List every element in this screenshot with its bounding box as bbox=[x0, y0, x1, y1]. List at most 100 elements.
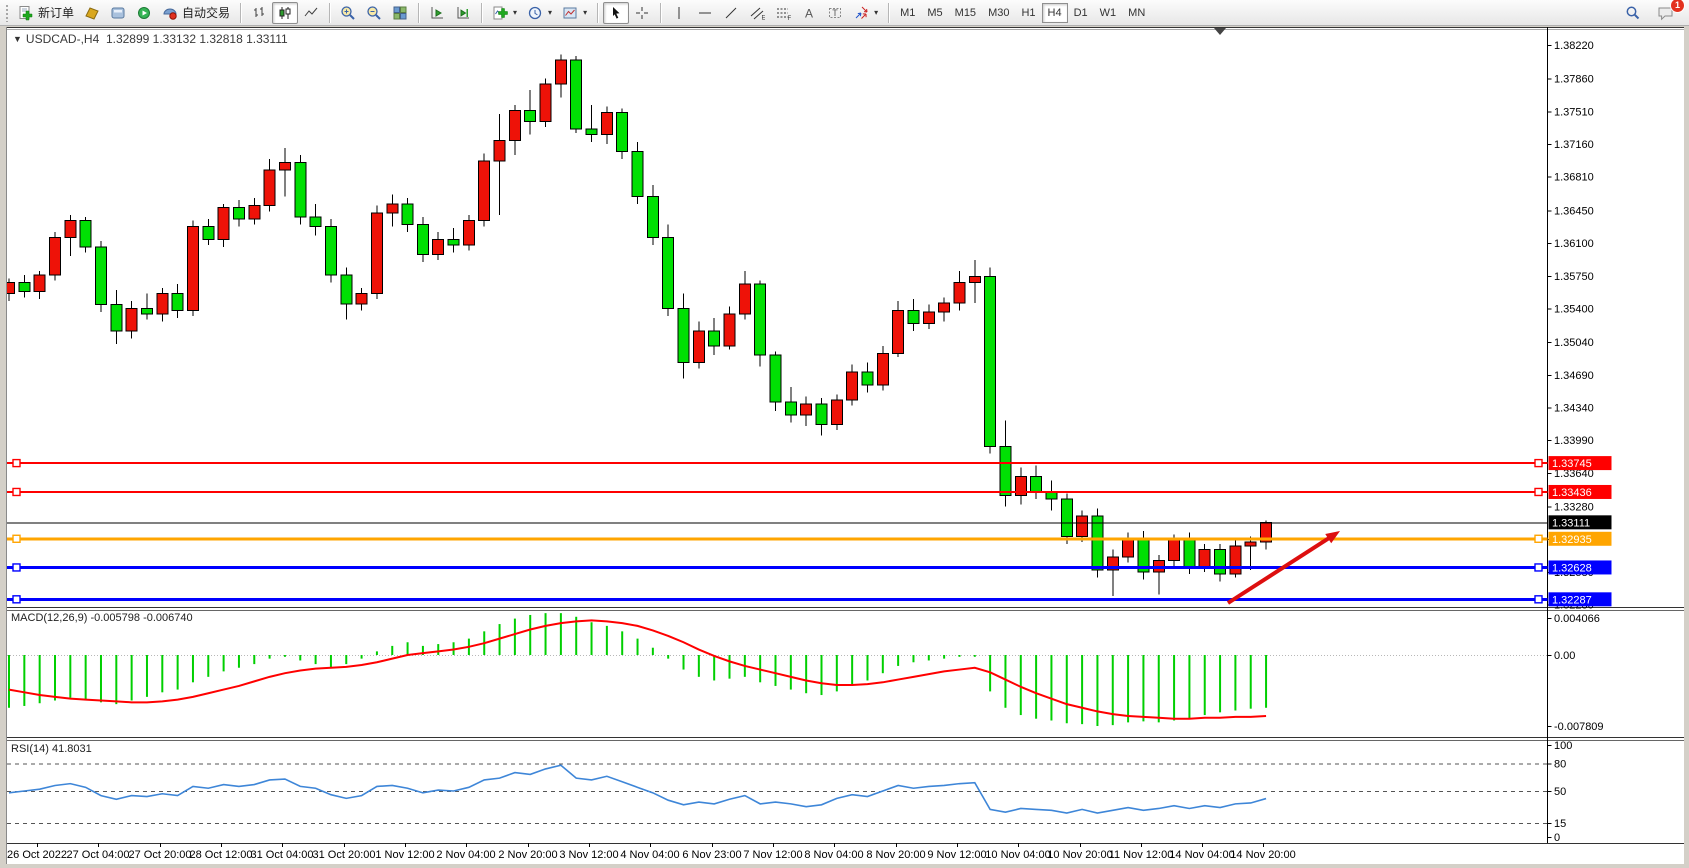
candle bbox=[1245, 542, 1256, 546]
candle bbox=[693, 331, 704, 363]
fibonacci-button[interactable]: F bbox=[770, 2, 796, 24]
time-axis-label: 27 Oct 04:00 bbox=[67, 849, 130, 861]
timeframe-h4-button[interactable]: H4 bbox=[1042, 3, 1068, 23]
chevron-down-icon: ▾ bbox=[548, 8, 552, 17]
auto-scroll-button[interactable] bbox=[424, 2, 450, 24]
timeframe-d1-button[interactable]: D1 bbox=[1068, 3, 1094, 23]
price-axis-label: 1.37860 bbox=[1554, 74, 1594, 86]
line-chart-icon bbox=[303, 5, 319, 21]
macd-axis-label: 0.004066 bbox=[1554, 613, 1600, 625]
trendline-button[interactable] bbox=[718, 2, 744, 24]
chart-shift-button[interactable] bbox=[450, 2, 476, 24]
timeframe-m1-button[interactable]: M1 bbox=[894, 3, 921, 23]
line-handle bbox=[13, 488, 20, 495]
candle bbox=[1184, 540, 1195, 566]
candle bbox=[1077, 516, 1088, 537]
timeframe-w1-button[interactable]: W1 bbox=[1094, 3, 1123, 23]
channel-button[interactable]: E bbox=[744, 2, 770, 24]
candle bbox=[801, 404, 812, 415]
timeframe-mn-button[interactable]: MN bbox=[1122, 3, 1151, 23]
time-axis-label: 3 Nov 12:00 bbox=[559, 849, 618, 861]
line-handle bbox=[13, 535, 20, 542]
time-axis-label: 10 Nov 20:00 bbox=[1047, 849, 1112, 861]
rsi-axis-label: 15 bbox=[1554, 818, 1566, 830]
candle bbox=[341, 275, 352, 304]
price-axis-label: 1.36810 bbox=[1554, 172, 1594, 184]
candle bbox=[433, 239, 444, 254]
auto-scroll-icon bbox=[429, 5, 445, 21]
horizontal-line-button[interactable] bbox=[692, 2, 718, 24]
candle bbox=[632, 152, 643, 197]
time-axis-label: 6 Nov 23:00 bbox=[682, 849, 741, 861]
search-button[interactable] bbox=[1620, 2, 1646, 24]
navigator-icon bbox=[110, 5, 126, 21]
chart-shift-icon bbox=[455, 5, 471, 21]
text-button[interactable]: A bbox=[796, 2, 822, 24]
collapse-triangle-icon[interactable]: ▼ bbox=[13, 34, 22, 44]
price-badge-label: 1.32628 bbox=[1552, 562, 1592, 574]
market-watch-button[interactable] bbox=[79, 2, 105, 24]
candle bbox=[724, 314, 735, 346]
auto-trading-button[interactable]: 自动交易 bbox=[157, 2, 235, 24]
toolbar-separator bbox=[418, 3, 419, 23]
svg-text:F: F bbox=[788, 16, 792, 21]
timeframe-m30-button[interactable]: M30 bbox=[982, 3, 1015, 23]
candle bbox=[310, 217, 321, 226]
zoom-in-button[interactable] bbox=[335, 2, 361, 24]
toolbar-separator bbox=[240, 3, 241, 23]
chart-canvas[interactable]: 1.382201.378601.375101.371601.368101.364… bbox=[0, 0, 1689, 868]
candle bbox=[1031, 477, 1042, 492]
candle bbox=[509, 110, 520, 140]
candle bbox=[141, 308, 152, 314]
toolbar-separator bbox=[660, 3, 661, 23]
indicators-button[interactable]: ▾ bbox=[487, 2, 522, 24]
window-frame-bottom bbox=[0, 864, 1689, 868]
time-axis-label: 8 Nov 20:00 bbox=[866, 849, 925, 861]
navigator-button[interactable] bbox=[105, 2, 131, 24]
bar-chart-button[interactable] bbox=[246, 2, 272, 24]
candle bbox=[954, 282, 965, 303]
candle bbox=[678, 308, 689, 362]
candle bbox=[923, 312, 934, 323]
price-axis-label: 1.33990 bbox=[1554, 435, 1594, 447]
signals-button[interactable] bbox=[131, 2, 157, 24]
chart-title: ▼USDCAD-,H4 1.32899 1.33132 1.32818 1.33… bbox=[13, 32, 288, 46]
chart-ohlc-values: 1.32899 1.33132 1.32818 1.33111 bbox=[106, 32, 288, 46]
zoom-out-button[interactable] bbox=[361, 2, 387, 24]
label-button[interactable]: T bbox=[822, 2, 848, 24]
candle bbox=[249, 206, 260, 219]
time-axis-label: 28 Oct 12:00 bbox=[190, 849, 253, 861]
chevron-down-icon: ▾ bbox=[874, 8, 878, 17]
arrows-button[interactable]: ▾ bbox=[848, 2, 883, 24]
time-axis-label: 14 Nov 20:00 bbox=[1230, 849, 1295, 861]
time-axis-label: 1 Nov 12:00 bbox=[375, 849, 434, 861]
notifications-button[interactable]: 1 bbox=[1652, 2, 1679, 24]
crosshair-button[interactable] bbox=[629, 2, 655, 24]
candle bbox=[831, 400, 842, 424]
candle bbox=[816, 404, 827, 425]
timeframe-m5-button[interactable]: M5 bbox=[921, 3, 948, 23]
tile-windows-button[interactable] bbox=[387, 2, 413, 24]
time-axis-label: 27 Oct 20:00 bbox=[129, 849, 192, 861]
new-order-button[interactable]: 新订单 bbox=[13, 2, 79, 24]
timeframe-h1-button[interactable]: H1 bbox=[1015, 3, 1041, 23]
cursor-button[interactable] bbox=[603, 2, 629, 24]
timeframe-m15-button[interactable]: M15 bbox=[949, 3, 982, 23]
candle bbox=[540, 84, 551, 121]
periods-button[interactable]: ▾ bbox=[522, 2, 557, 24]
candle bbox=[325, 226, 336, 275]
letter-a-icon: A bbox=[801, 5, 817, 21]
new-order-icon bbox=[18, 5, 34, 21]
candle bbox=[371, 213, 382, 293]
toolbar-separator bbox=[888, 3, 889, 23]
toolbar-separator bbox=[481, 3, 482, 23]
toolbar-grip[interactable] bbox=[5, 4, 9, 22]
bar-chart-icon bbox=[251, 5, 267, 21]
candlestick-chart-button[interactable] bbox=[272, 2, 298, 24]
templates-button[interactable]: ▾ bbox=[557, 2, 592, 24]
time-axis-label: 11 Nov 12:00 bbox=[1109, 849, 1174, 861]
templates-icon bbox=[562, 5, 578, 21]
line-chart-button[interactable] bbox=[298, 2, 324, 24]
rsi-axis-label: 50 bbox=[1554, 786, 1566, 798]
vertical-line-button[interactable] bbox=[666, 2, 692, 24]
